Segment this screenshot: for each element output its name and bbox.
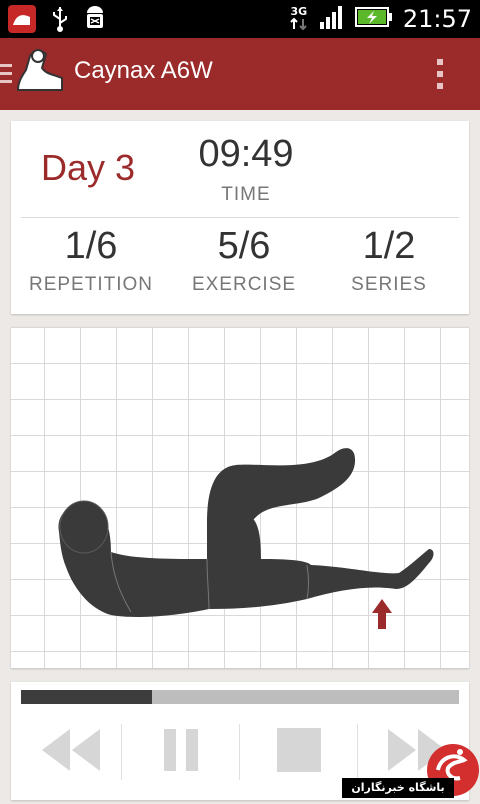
stop-button[interactable] <box>249 722 349 782</box>
exercise-stat: 5/6 EXERCISE <box>169 225 319 296</box>
app-notification-icon <box>8 5 36 37</box>
control-separator <box>239 724 240 780</box>
pause-button[interactable] <box>131 722 231 782</box>
control-separator <box>121 724 122 780</box>
repetition-value: 1/6 <box>64 225 118 267</box>
workout-progress-fill <box>21 690 153 704</box>
leg-up-arrow-icon <box>371 597 393 635</box>
repetition-label: REPETITION <box>28 274 153 295</box>
news-watermark: باشگاه خبرنگاران <box>342 722 480 800</box>
overflow-menu-icon <box>436 59 444 94</box>
series-value: 1/2 <box>362 225 416 267</box>
clock: 21:57 <box>402 5 472 33</box>
exercise-label: EXERCISE <box>191 274 297 295</box>
action-bar: Caynax A6W <box>0 38 480 110</box>
app-logo-icon <box>12 46 68 104</box>
person-lying-leg-raise-figure <box>58 448 434 617</box>
android-debug-icon <box>84 5 106 37</box>
navigation-drawer-icon <box>0 62 12 90</box>
workout-stats-card: Day 3 09:49 TIME 1/6 REPETITION 5/6 EXER… <box>11 121 469 314</box>
day-label: Day 3 <box>41 147 136 188</box>
time-label: TIME <box>221 184 271 205</box>
series-label: SERIES <box>351 274 427 295</box>
stop-icon <box>277 728 321 776</box>
series-stat: 1/2 SERIES <box>314 225 464 296</box>
repetition-stat: 1/6 REPETITION <box>16 225 166 296</box>
rewind-icon <box>40 727 102 777</box>
exercise-illustration-card <box>11 327 469 668</box>
battery-charging-icon <box>354 6 393 32</box>
status-bar: 3G 21:57 <box>0 0 480 38</box>
usb-icon <box>50 5 70 37</box>
workout-progress-bar <box>21 690 459 704</box>
exercise-value: 5/6 <box>217 225 271 267</box>
rewind-button[interactable] <box>21 722 121 782</box>
app-title: Caynax A6W <box>74 57 213 84</box>
network-3g-icon: 3G <box>289 6 309 33</box>
app-home-button[interactable] <box>0 38 68 110</box>
overflow-menu-button[interactable] <box>436 58 444 90</box>
watermark-text: باشگاه خبرنگاران <box>342 778 454 798</box>
notification-icons <box>8 5 106 37</box>
time-value: 09:49 <box>198 133 294 175</box>
signal-icon <box>319 4 345 34</box>
stats-divider <box>21 217 459 218</box>
system-icons: 3G 21:57 <box>289 0 472 38</box>
pause-icon <box>162 727 200 777</box>
